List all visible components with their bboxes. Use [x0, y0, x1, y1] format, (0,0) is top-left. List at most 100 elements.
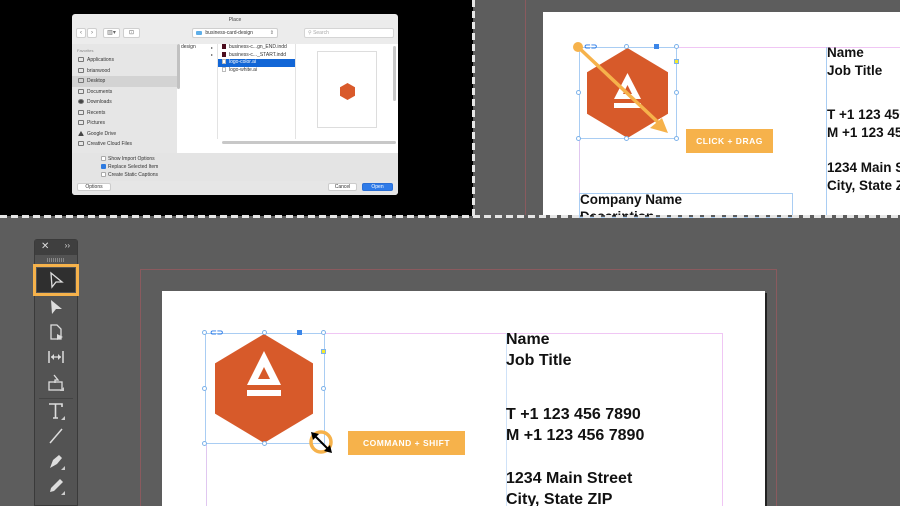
- tools-panel-header[interactable]: ✕ ››: [35, 240, 77, 255]
- file-browser: Favorites Applications brianwood Desktop…: [72, 44, 398, 153]
- logo-preview-thumbnail: [340, 83, 355, 100]
- checkbox-unchecked[interactable]: [101, 172, 106, 177]
- selection-tool[interactable]: [33, 264, 79, 296]
- home-icon: [78, 67, 84, 73]
- card-name: Name: [506, 331, 550, 348]
- resize-handle[interactable]: [202, 441, 207, 446]
- google-drive-icon: [78, 130, 84, 136]
- preview-scrollbar[interactable]: [393, 46, 396, 101]
- new-folder-button[interactable]: ⊡: [123, 28, 140, 38]
- file-name: logo-white.ai: [229, 66, 258, 73]
- resize-handle[interactable]: [321, 330, 326, 335]
- cancel-button[interactable]: Cancel: [328, 183, 357, 191]
- link-icon[interactable]: ⊂⊃: [210, 328, 223, 337]
- sidebar-item-creative-cloud-files[interactable]: Creative Cloud Files: [72, 139, 177, 150]
- horizontal-scrollbar[interactable]: [222, 141, 396, 144]
- sidebar-item-desktop[interactable]: Desktop: [72, 76, 177, 87]
- direct-selection-arrow-icon: [51, 300, 62, 314]
- margin-guide: [206, 445, 207, 506]
- search-input[interactable]: ⚲ Search: [304, 28, 394, 38]
- folder-row[interactable]: ▸: [180, 51, 217, 58]
- path-dropdown[interactable]: business-card-design ⇕: [192, 28, 278, 38]
- pencil-tool[interactable]: [37, 474, 75, 498]
- file-name: business-c...gn_END.indd: [229, 44, 287, 50]
- card-name: Name: [827, 45, 864, 60]
- folder-row[interactable]: design ▸: [180, 44, 217, 51]
- resize-handle[interactable]: [321, 386, 326, 391]
- card-phone-t: T +1 123 456 7890: [506, 406, 641, 423]
- sidebar-item-label: Downloads: [87, 99, 112, 105]
- checkbox-unchecked[interactable]: [101, 156, 106, 161]
- corner-options-handle[interactable]: [321, 349, 326, 354]
- content-collector-tool[interactable]: [37, 371, 75, 395]
- resize-handle[interactable]: [262, 441, 267, 446]
- file-row[interactable]: business-c...gn_END.indd: [218, 44, 295, 52]
- content-collector-icon: [48, 374, 64, 391]
- view-mode-button[interactable]: ▥▾: [103, 28, 120, 38]
- card-phone-m: M +1 123 456 7890: [506, 427, 645, 444]
- type-tool[interactable]: [37, 399, 75, 423]
- sidebar-item-pictures[interactable]: Pictures: [72, 118, 177, 129]
- sidebar-item-label: Pictures: [87, 120, 106, 126]
- panel-divider-horizontal: [0, 215, 900, 218]
- create-static-captions-checkbox[interactable]: Create Static Captions: [101, 172, 158, 178]
- file-row[interactable]: business-c..._START.indd: [218, 51, 295, 60]
- ai-file-icon: [222, 59, 226, 64]
- applications-icon: [78, 57, 84, 62]
- direct-selection-tool[interactable]: [37, 295, 75, 319]
- folder-icon: [196, 31, 202, 35]
- collapse-icon[interactable]: ››: [65, 241, 70, 250]
- downloads-icon: [78, 99, 84, 104]
- graphic-frame-selection[interactable]: [205, 333, 325, 444]
- file-preview: [317, 51, 377, 128]
- line-tool[interactable]: [37, 424, 75, 448]
- pictures-icon: [78, 120, 84, 125]
- drag-arrow-icon: [573, 42, 668, 133]
- line-tool-icon: [49, 428, 63, 444]
- checkbox-label: Create Static Captions: [108, 172, 159, 178]
- search-icon: ⚲: [308, 30, 312, 36]
- options-button[interactable]: Options: [77, 183, 111, 191]
- forward-button[interactable]: ›: [87, 28, 97, 38]
- indd-file-icon: [222, 44, 226, 49]
- close-icon[interactable]: ✕: [41, 241, 49, 252]
- file-name: business-c..._START.indd: [229, 51, 287, 58]
- recents-icon: [78, 109, 84, 115]
- page-tool[interactable]: [37, 320, 75, 344]
- sidebar-item-label: Recents: [87, 109, 106, 116]
- documents-icon: [78, 88, 84, 94]
- sidebar-item-documents[interactable]: Documents: [72, 87, 177, 98]
- favorites-sidebar: Favorites Applications brianwood Desktop…: [72, 44, 177, 153]
- resize-handle[interactable]: [202, 330, 207, 335]
- show-import-options-checkbox[interactable]: Show Import Options: [101, 156, 155, 162]
- replace-selected-item-checkbox[interactable]: Replace Selected Item: [101, 164, 158, 170]
- sidebar-item-label: Google Drive: [87, 130, 117, 137]
- desktop-icon: [78, 78, 84, 83]
- sidebar-item-downloads[interactable]: Downloads: [72, 97, 177, 108]
- file-row-selected[interactable]: logo-color.ai: [218, 59, 295, 67]
- resize-handle[interactable]: [202, 386, 207, 391]
- import-options: Show Import Options Replace Selected Ite…: [72, 153, 398, 181]
- tutorial-composite: Place ‹ › ▥▾ ⊡ business-card-design ⇕ ⚲ …: [0, 0, 900, 506]
- file-row[interactable]: logo-white.ai: [218, 66, 295, 75]
- dialog-toolbar: ‹ › ▥▾ ⊡ business-card-design ⇕ ⚲ Search: [72, 27, 398, 41]
- back-button[interactable]: ‹: [76, 28, 86, 38]
- sidebar-item-brianwood[interactable]: brianwood: [72, 66, 177, 77]
- resize-handle[interactable]: [262, 330, 267, 335]
- sidebar-item-google-drive[interactable]: Google Drive: [72, 129, 177, 140]
- sidebar-item-recents[interactable]: Recents: [72, 108, 177, 119]
- file-name: logo-color.ai: [229, 59, 256, 65]
- card-address-2: City, State ZIP: [506, 491, 613, 506]
- favorites-header: Favorites: [77, 48, 94, 53]
- bleed-guide: [525, 0, 526, 215]
- open-button[interactable]: Open: [362, 183, 393, 191]
- pen-tool[interactable]: [37, 449, 75, 473]
- checkbox-checked[interactable]: [101, 164, 106, 169]
- gap-tool[interactable]: [37, 345, 75, 369]
- folder-label: design: [181, 44, 196, 50]
- anchor-handle[interactable]: [297, 330, 302, 335]
- panel-grip[interactable]: [47, 258, 65, 262]
- card-job-title: Job Title: [827, 63, 883, 78]
- search-placeholder: Search: [313, 30, 329, 36]
- sidebar-item-applications[interactable]: Applications: [72, 55, 177, 66]
